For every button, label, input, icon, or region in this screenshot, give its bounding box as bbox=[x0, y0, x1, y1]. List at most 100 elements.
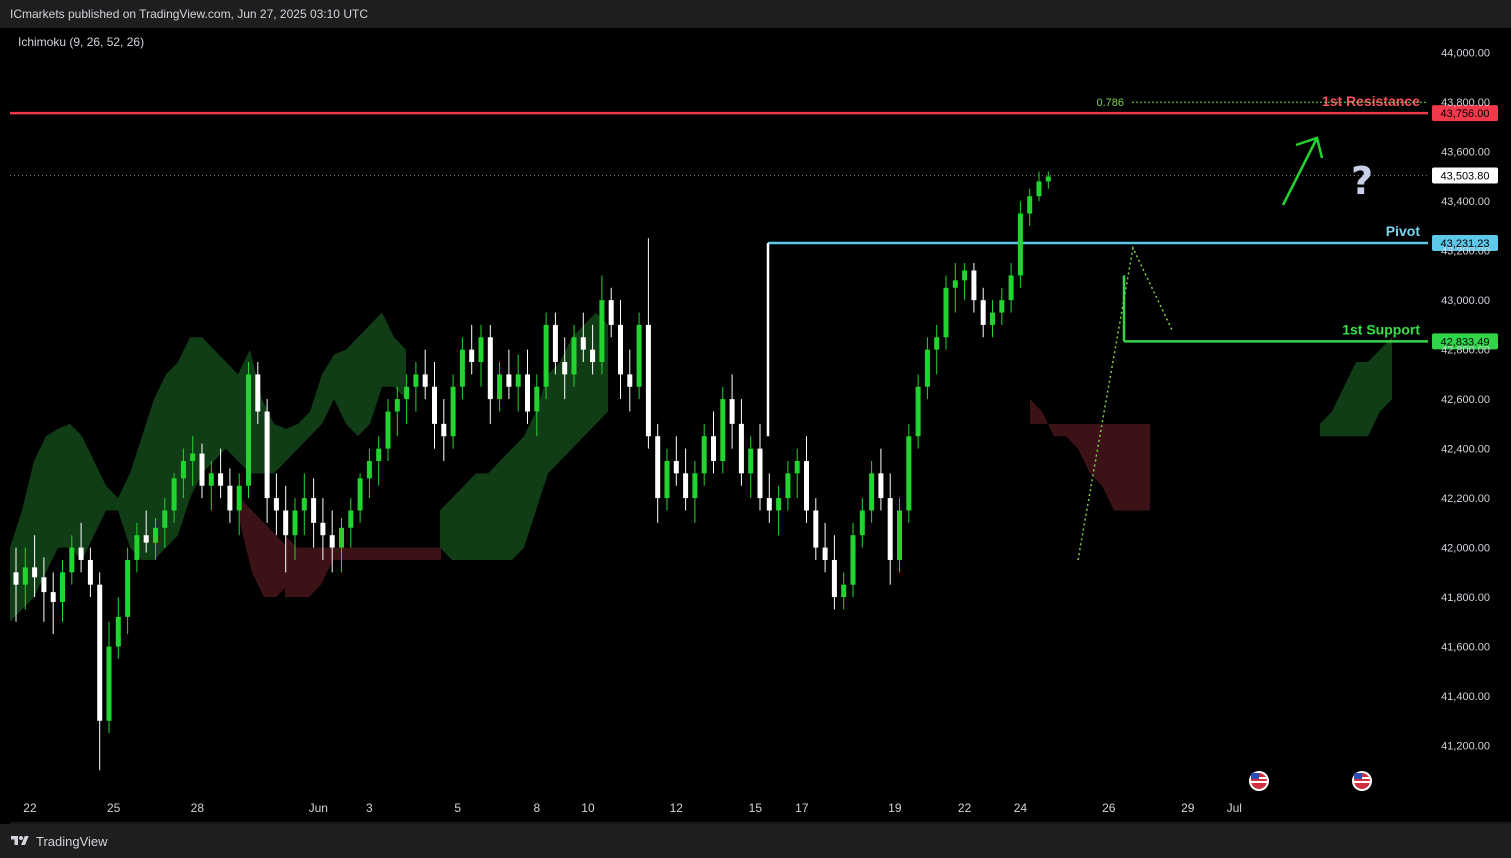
candle-body bbox=[711, 436, 716, 461]
candle-body bbox=[301, 498, 307, 511]
level-price-label-resistance: 43,756.00 bbox=[1441, 108, 1490, 120]
x-tick-label: 22 bbox=[958, 801, 972, 815]
candle-body bbox=[552, 324, 558, 363]
level-name-resistance: 1st Resistance bbox=[1322, 93, 1420, 109]
us-flag-event-icon[interactable] bbox=[1249, 771, 1269, 791]
y-tick-label: 42,000.00 bbox=[1441, 543, 1490, 555]
candle-body bbox=[729, 399, 735, 424]
candle-body bbox=[404, 386, 410, 400]
candle-body bbox=[199, 453, 205, 486]
last-price-label: 43,503.80 bbox=[1441, 171, 1490, 183]
us-flag-event-icon[interactable] bbox=[1352, 771, 1372, 791]
candle-body bbox=[32, 567, 38, 578]
y-tick-label: 41,200.00 bbox=[1441, 741, 1490, 753]
candle-body bbox=[859, 510, 865, 536]
candle-body bbox=[599, 300, 605, 363]
x-tick-label: 25 bbox=[107, 801, 121, 815]
candle-body bbox=[720, 399, 726, 461]
candle-body bbox=[608, 300, 614, 325]
candle-body bbox=[776, 498, 782, 511]
candle-body bbox=[1017, 213, 1023, 276]
x-tick-label: 22 bbox=[23, 801, 37, 815]
candle-body bbox=[915, 386, 921, 437]
candle-body bbox=[738, 423, 744, 474]
candle-body bbox=[450, 386, 456, 437]
indicator-legend[interactable]: Ichimoku (9, 26, 52, 26) bbox=[18, 35, 144, 49]
y-tick-label: 43,400.00 bbox=[1441, 196, 1490, 208]
candle-body bbox=[97, 584, 103, 721]
candle-body bbox=[143, 535, 149, 543]
candle-body bbox=[590, 349, 596, 363]
candle-body bbox=[924, 349, 930, 387]
y-tick-label: 41,800.00 bbox=[1441, 592, 1490, 604]
candle-body bbox=[134, 535, 140, 560]
candle-body bbox=[311, 498, 317, 523]
x-tick-label: 19 bbox=[888, 801, 902, 815]
price-chart[interactable]: 1st Resistance43,756.00Pivot43,231.231st… bbox=[0, 0, 1511, 824]
candle-body bbox=[255, 374, 261, 412]
x-tick-label: 28 bbox=[191, 801, 205, 815]
candle-body bbox=[106, 646, 112, 721]
candle-body bbox=[190, 453, 196, 461]
candle-body bbox=[1036, 181, 1042, 197]
candle-body bbox=[906, 436, 912, 511]
candle-body bbox=[339, 527, 344, 548]
candle-body bbox=[627, 374, 633, 387]
y-tick-label: 43,800.00 bbox=[1441, 97, 1490, 109]
candle-body bbox=[487, 337, 493, 400]
y-tick-label: 41,600.00 bbox=[1441, 642, 1490, 654]
candle-body bbox=[664, 460, 670, 499]
fib-label: 0.786 bbox=[1096, 97, 1124, 109]
x-tick-label: Jun bbox=[309, 801, 328, 815]
candle-body bbox=[869, 473, 875, 511]
candle-body bbox=[394, 399, 400, 412]
candle-body bbox=[60, 572, 65, 603]
candle-body bbox=[292, 510, 298, 536]
candle-body bbox=[218, 473, 224, 486]
candle-body bbox=[41, 577, 47, 593]
candle-body bbox=[655, 436, 661, 499]
y-tick-label: 43,200.00 bbox=[1441, 246, 1490, 258]
candle-body bbox=[422, 374, 428, 387]
candle-body bbox=[69, 547, 75, 573]
x-tick-label: 26 bbox=[1102, 801, 1116, 815]
tradingview-logo-icon[interactable] bbox=[10, 834, 30, 848]
y-tick-label: 43,000.00 bbox=[1441, 295, 1490, 307]
candle-body bbox=[264, 411, 270, 499]
x-tick-label: Jul bbox=[1227, 801, 1242, 815]
candle-body bbox=[227, 485, 233, 511]
y-tick-label: 41,400.00 bbox=[1441, 691, 1490, 703]
y-tick-label: 44,000.00 bbox=[1441, 48, 1490, 60]
level-name-support: 1st Support bbox=[1342, 321, 1420, 337]
candle-body bbox=[87, 559, 93, 585]
candle-body bbox=[766, 498, 772, 511]
candle-body bbox=[497, 374, 503, 400]
candle-body bbox=[571, 337, 577, 375]
candle-body bbox=[543, 324, 549, 387]
candle-body bbox=[515, 374, 521, 387]
candle-body bbox=[153, 527, 158, 543]
y-tick-label: 42,800.00 bbox=[1441, 345, 1490, 357]
y-tick-label: 42,600.00 bbox=[1441, 394, 1490, 406]
candle-body bbox=[804, 460, 809, 511]
candle-body bbox=[171, 478, 177, 511]
x-tick-label: 5 bbox=[454, 801, 461, 815]
x-tick-label: 8 bbox=[533, 801, 540, 815]
candle-body bbox=[525, 374, 530, 412]
candle-body bbox=[13, 572, 19, 585]
candle-body bbox=[357, 478, 363, 511]
candle-body bbox=[329, 535, 335, 548]
candle-body bbox=[999, 300, 1005, 313]
candle-body bbox=[208, 473, 214, 486]
candle-body bbox=[748, 448, 754, 474]
candle-body bbox=[580, 337, 586, 350]
candle-body bbox=[22, 567, 28, 585]
candle-body bbox=[1027, 196, 1033, 214]
footer-brand[interactable]: TradingView bbox=[36, 834, 108, 849]
x-tick-label: 24 bbox=[1014, 801, 1028, 815]
candle-body bbox=[943, 287, 949, 338]
x-tick-label: 17 bbox=[795, 801, 809, 815]
candle-body bbox=[478, 337, 484, 363]
candle-body bbox=[757, 448, 763, 499]
candle-body bbox=[283, 510, 289, 536]
